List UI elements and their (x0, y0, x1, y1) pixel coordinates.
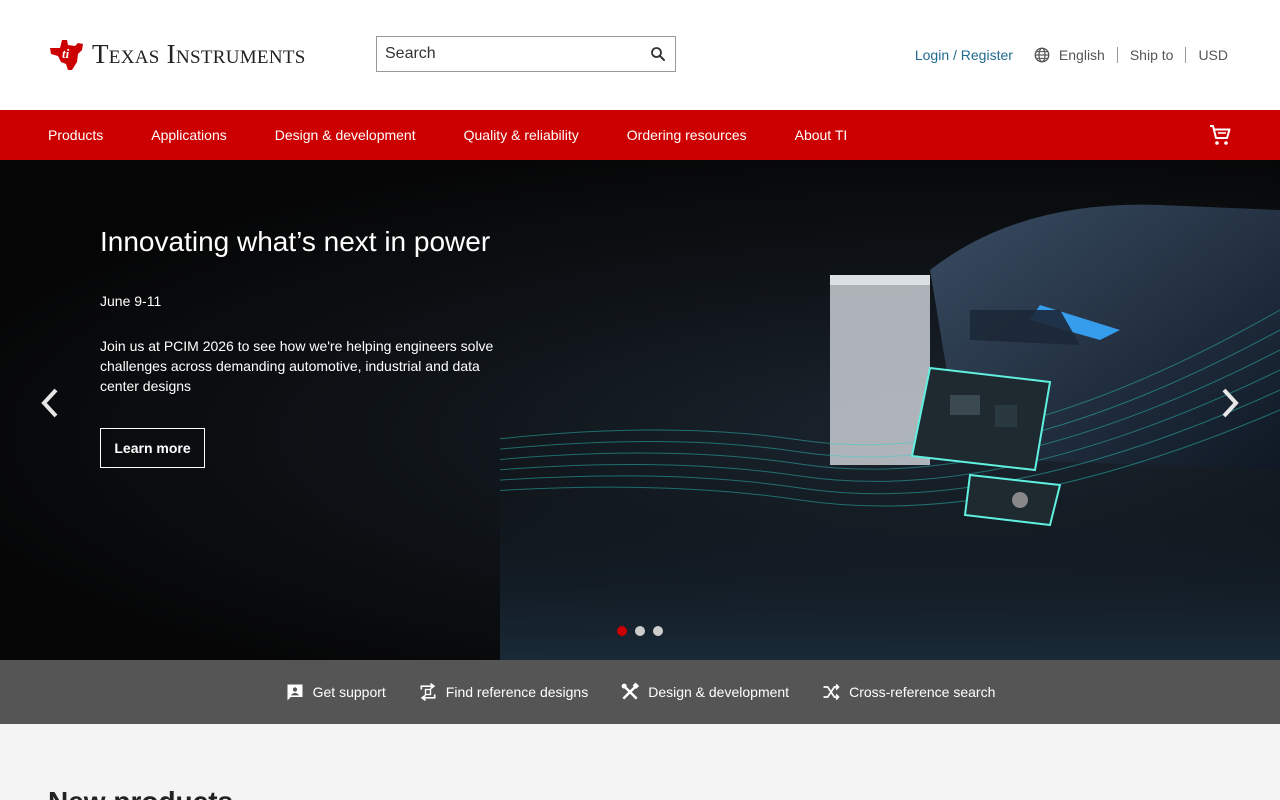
language-selector[interactable]: English (1033, 46, 1105, 64)
ship-to-selector[interactable]: Ship to (1130, 47, 1174, 63)
globe-icon (1034, 47, 1050, 63)
nav-item-ordering-resources[interactable]: Ordering resources (627, 127, 747, 143)
nav-item-design-development[interactable]: Design & development (275, 127, 416, 143)
chevron-right-icon[interactable] (1218, 386, 1242, 420)
ti-logo[interactable]: ti Texas Instruments (48, 36, 306, 72)
login-register-link[interactable]: Login / Register (915, 47, 1013, 63)
new-products-section: New products (0, 724, 1280, 800)
carousel-dot-3[interactable] (653, 626, 663, 636)
carousel-dot-2[interactable] (635, 626, 645, 636)
hero-date: June 9-11 (100, 293, 162, 309)
svg-text:ti: ti (62, 46, 70, 61)
search-input[interactable] (377, 37, 637, 71)
search-icon[interactable] (649, 45, 667, 63)
currency-selector[interactable]: USD (1198, 47, 1228, 63)
tools-icon (621, 682, 640, 700)
main-nav: Products Applications Design & developme… (0, 110, 1280, 160)
cross-reference-search-link[interactable]: Cross-reference search (821, 682, 995, 702)
divider (1185, 47, 1187, 63)
shopping-cart-icon[interactable] (1208, 123, 1232, 147)
section-title: New products (48, 786, 233, 800)
quick-link-label: Cross-reference search (849, 684, 996, 700)
quick-link-label: Design & development (648, 684, 790, 700)
ti-logo-icon: ti (50, 40, 83, 70)
hero-carousel: Innovating what’s next in power June 9-1… (0, 160, 1280, 660)
get-support-link[interactable]: Get support (285, 682, 386, 702)
logo-text: Texas Instruments (92, 38, 306, 69)
nav-item-quality-reliability[interactable]: Quality & reliability (464, 127, 579, 143)
support-badge-icon (287, 684, 303, 701)
nav-item-about-ti[interactable]: About TI (795, 127, 848, 143)
find-reference-designs-link[interactable]: Find reference designs (418, 682, 588, 702)
utility-links: Login / Register English Ship to USD (915, 46, 1228, 64)
language-label: English (1058, 47, 1105, 63)
chevron-left-icon[interactable] (38, 386, 62, 420)
nav-item-products[interactable]: Products (48, 127, 103, 143)
hero-title: Innovating what’s next in power (100, 226, 491, 257)
divider (1116, 47, 1118, 63)
shuffle-icon (823, 683, 840, 701)
carousel-dots (617, 626, 663, 636)
design-development-link[interactable]: Design & development (620, 682, 789, 702)
hero-description: Join us at PCIM 2026 to see how we're he… (100, 338, 494, 394)
learn-more-button[interactable]: Learn more (100, 428, 205, 468)
carousel-dot-1[interactable] (617, 626, 627, 636)
quick-links-bar: Get support Find reference designs Desig… (0, 660, 1280, 724)
hero-image (500, 204, 1280, 660)
site-header: ti Texas Instruments Login / Register En… (0, 0, 1280, 110)
search-box (376, 36, 676, 72)
reference-designs-icon (420, 683, 436, 701)
nav-item-applications[interactable]: Applications (151, 127, 227, 143)
quick-link-label: Find reference designs (445, 684, 589, 700)
quick-link-label: Get support (312, 684, 386, 700)
